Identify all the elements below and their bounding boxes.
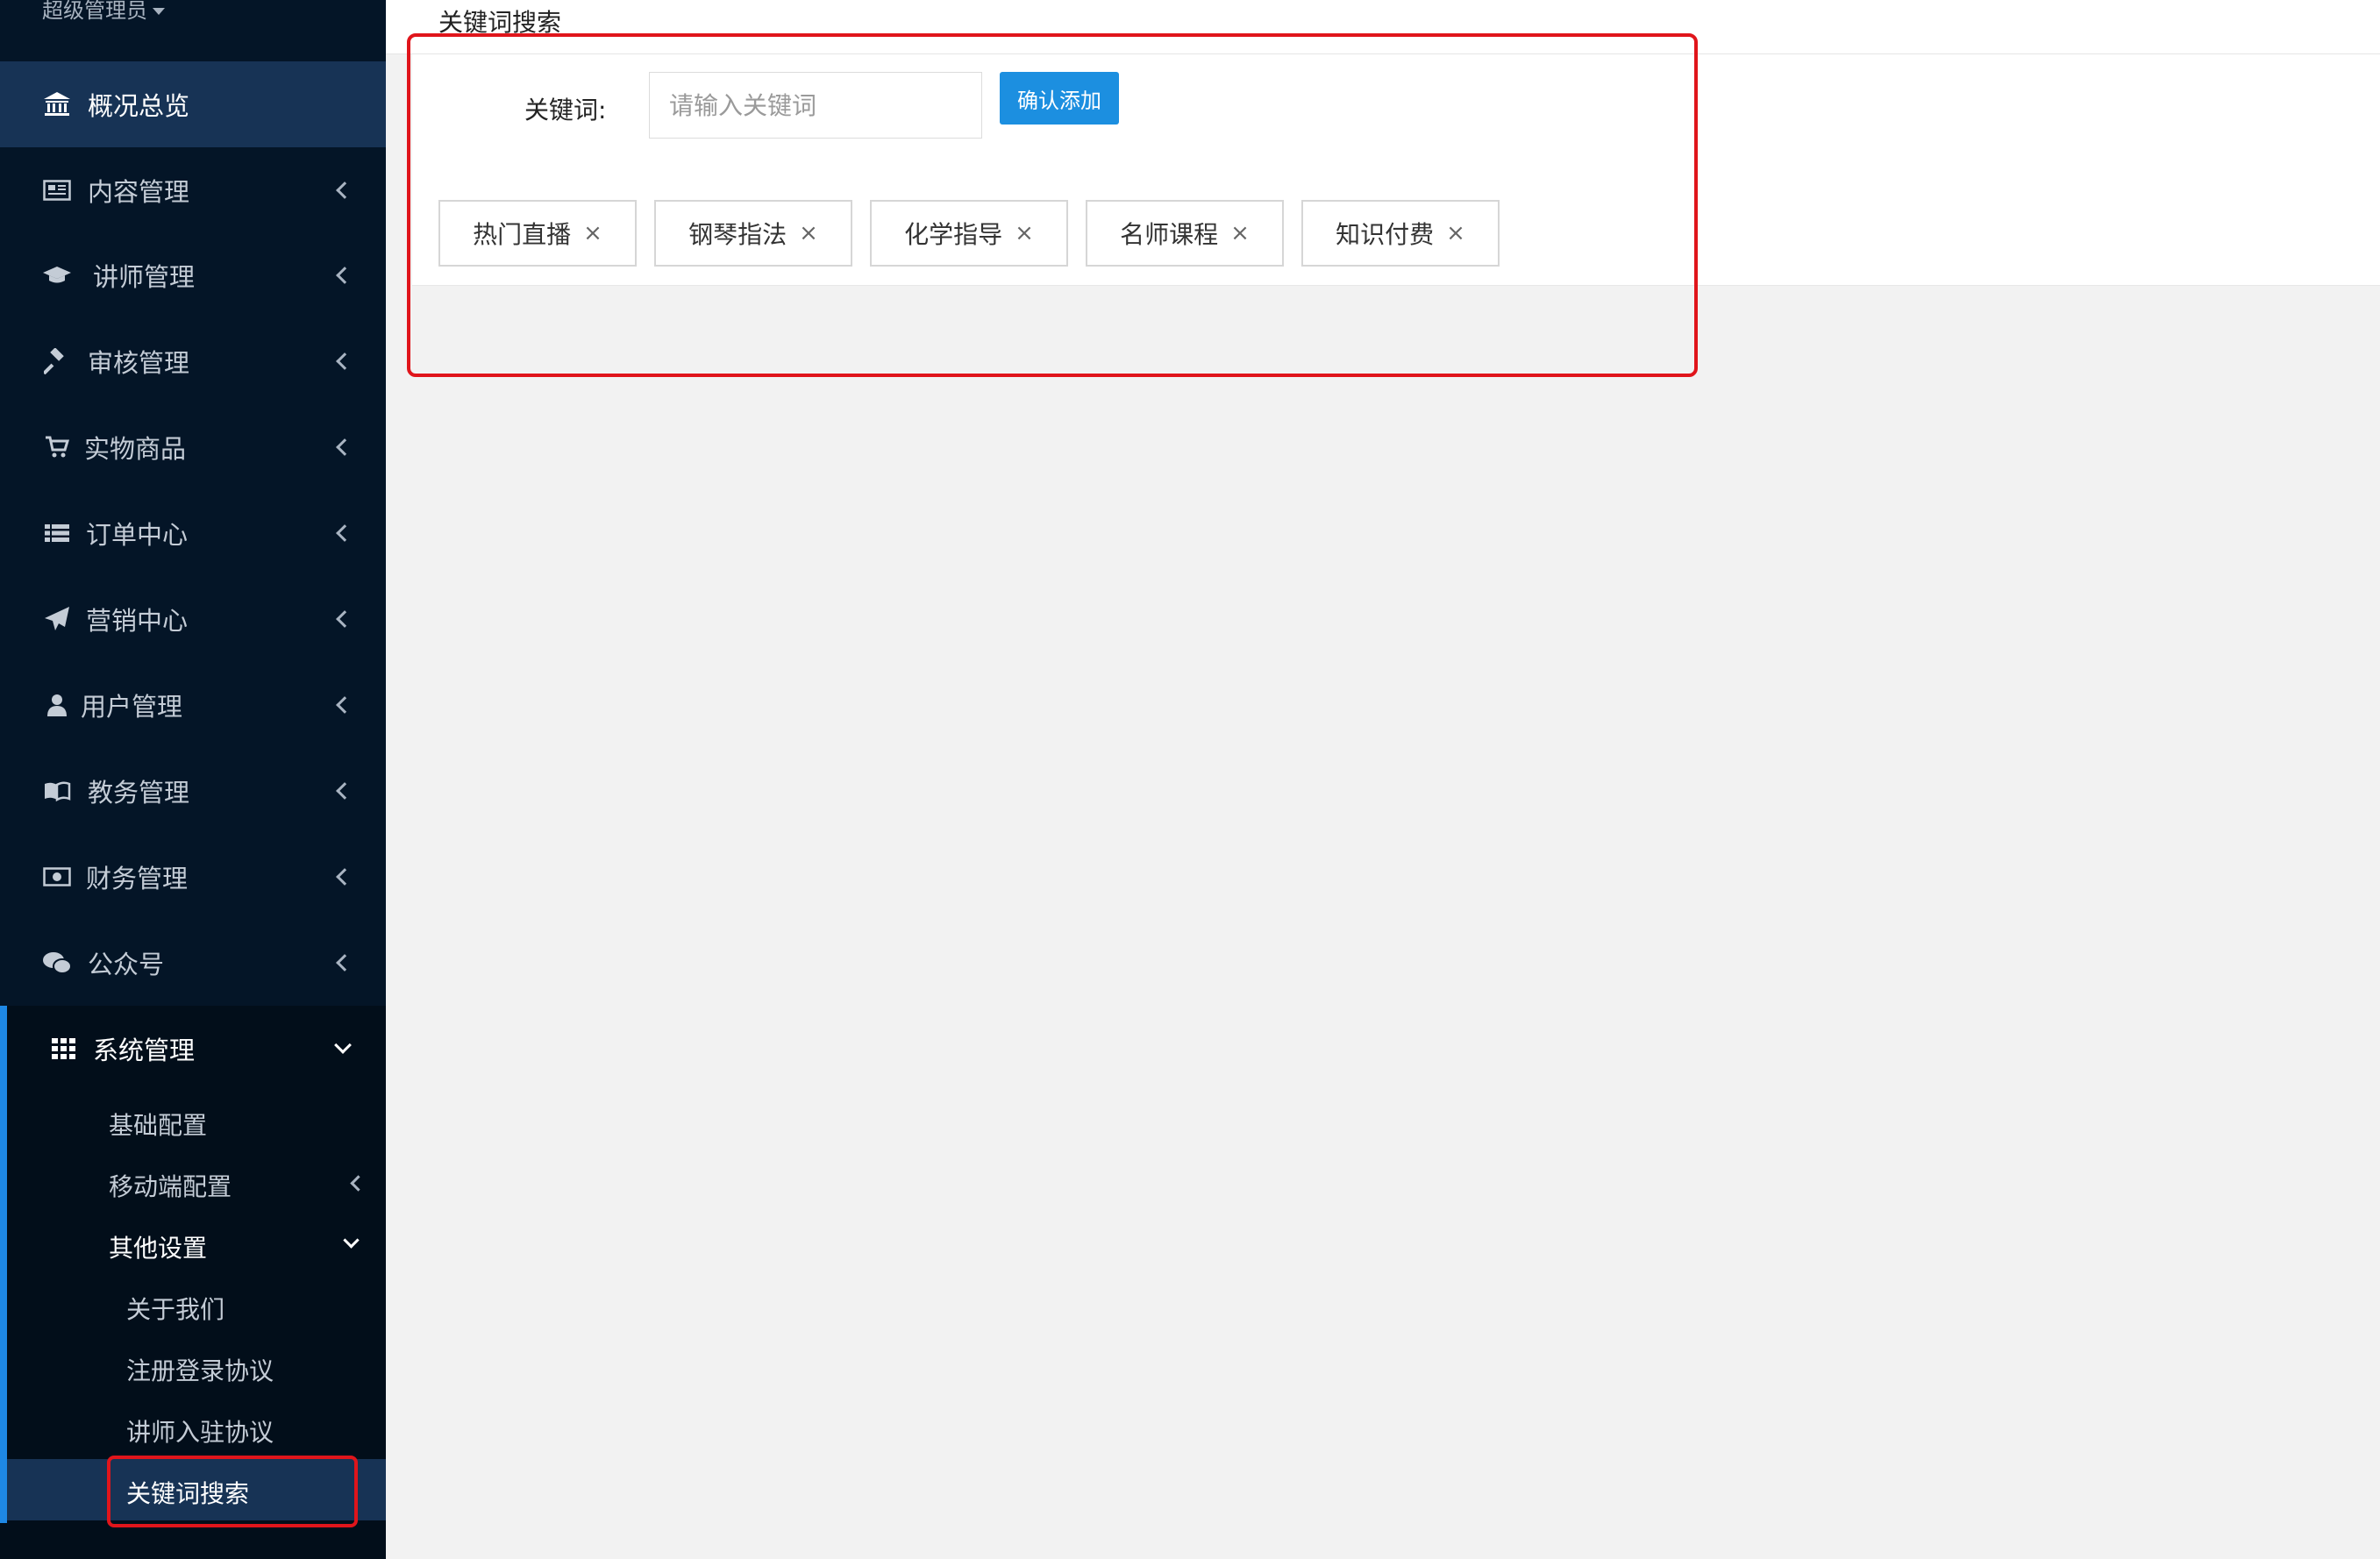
chevron-left-icon <box>336 438 353 456</box>
sidebar-item-lecturer[interactable]: 讲师管理 <box>0 232 386 318</box>
chevron-down-icon <box>334 1036 352 1054</box>
sidebar-item-label: 系统管理 <box>93 1036 196 1065</box>
chevron-left-icon <box>336 267 353 284</box>
sidebar-item-content[interactable]: 内容管理 <box>0 147 386 233</box>
chevron-left-icon <box>336 954 353 972</box>
sidebar-item-label: 实物商品 <box>84 434 187 464</box>
highlight-box-menu <box>107 1456 358 1527</box>
gavel-icon <box>42 346 72 376</box>
sidebar-item-label: 订单中心 <box>86 520 189 550</box>
sidebar-item-label: 概况总览 <box>88 91 190 121</box>
sidebar-item-overview[interactable]: 概况总览 <box>0 61 386 147</box>
bank-icon <box>42 89 72 119</box>
graduation-cap-icon <box>42 260 72 290</box>
sidebar-item-system[interactable]: 系统管理 <box>0 1006 386 1092</box>
sidebar-item-label: 内容管理 <box>88 177 190 207</box>
grid-icon <box>49 1034 79 1064</box>
newspaper-icon <box>42 175 72 205</box>
money-icon <box>42 862 72 892</box>
paper-plane-icon <box>42 604 72 634</box>
user-icon <box>42 690 72 720</box>
submenu-lecturer-agreement[interactable]: 讲师入驻协议 <box>126 1413 274 1449</box>
sidebar-item-review[interactable]: 审核管理 <box>0 318 386 404</box>
sidebar-item-products[interactable]: 实物商品 <box>0 404 386 490</box>
sidebar-item-label: 营销中心 <box>86 606 189 636</box>
submenu-other-settings[interactable]: 其他设置 <box>109 1229 207 1264</box>
submenu-basic-config[interactable]: 基础配置 <box>109 1107 207 1142</box>
chevron-left-icon <box>336 182 353 199</box>
sidebar-item-users[interactable]: 用户管理 <box>0 662 386 748</box>
user-menu[interactable]: 超级管理员 <box>42 0 165 28</box>
wechat-icon <box>42 948 72 978</box>
sidebar-item-marketing[interactable]: 营销中心 <box>0 576 386 662</box>
submenu-about-us[interactable]: 关于我们 <box>126 1291 224 1326</box>
sidebar-item-label: 教务管理 <box>88 778 190 808</box>
submenu-mobile-config[interactable]: 移动端配置 <box>109 1168 232 1203</box>
chevron-left-icon <box>336 524 353 542</box>
sidebar-item-label: 用户管理 <box>81 692 183 722</box>
sidebar-item-orders[interactable]: 订单中心 <box>0 490 386 576</box>
chevron-left-icon <box>336 782 353 800</box>
sidebar-item-label: 财务管理 <box>86 864 189 893</box>
sidebar-item-wechat[interactable]: 公众号 <box>0 920 386 1006</box>
highlight-box-main <box>407 33 1698 377</box>
caret-down-icon <box>153 8 165 15</box>
sidebar-item-finance[interactable]: 财务管理 <box>0 834 386 920</box>
sidebar-item-academic[interactable]: 教务管理 <box>0 748 386 834</box>
user-name: 超级管理员 <box>42 0 147 23</box>
chevron-left-icon <box>336 610 353 628</box>
submenu-register-agreement[interactable]: 注册登录协议 <box>126 1352 274 1387</box>
sidebar-item-label: 审核管理 <box>88 348 190 378</box>
chevron-left-icon <box>336 868 353 886</box>
sidebar-item-label: 讲师管理 <box>93 262 196 292</box>
list-icon <box>42 518 72 548</box>
book-icon <box>42 776 72 806</box>
chevron-left-icon <box>336 352 353 370</box>
sidebar-item-label: 公众号 <box>88 950 165 979</box>
cart-icon <box>42 432 72 462</box>
chevron-left-icon <box>336 696 353 714</box>
